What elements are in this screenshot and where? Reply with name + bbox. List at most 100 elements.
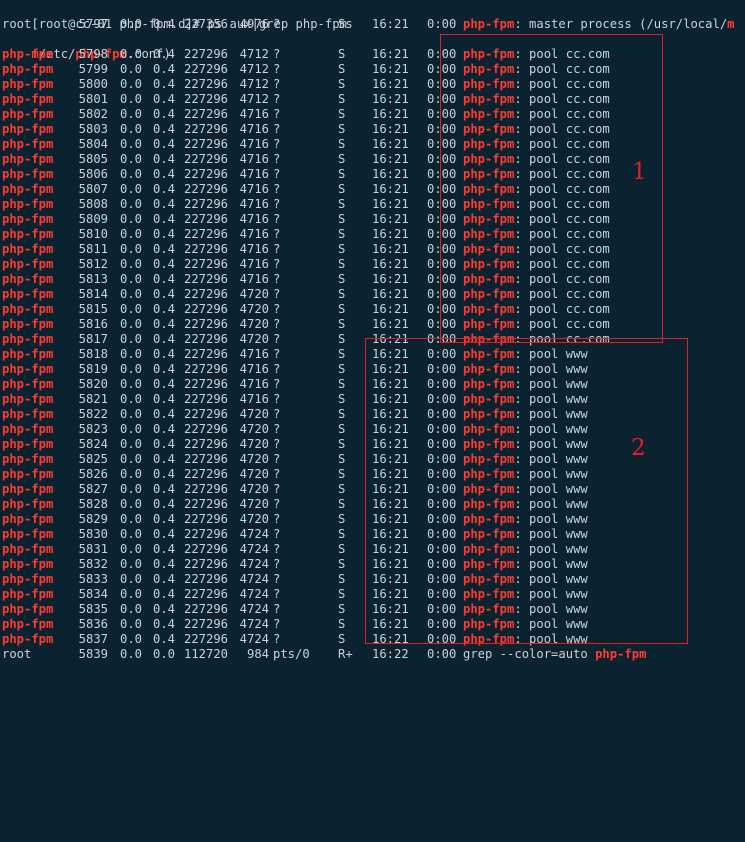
mem-cell: 0.4 xyxy=(153,332,176,346)
vsz-cell: 227296 xyxy=(184,122,229,136)
vsz-cell: 227296 xyxy=(184,587,229,601)
time-cell: 0:00 xyxy=(427,272,457,286)
stat-cell: S xyxy=(338,527,346,541)
pool-name: : pool cc.com xyxy=(514,302,610,316)
user-cell: php-fpm xyxy=(2,347,54,361)
cpu-cell: 0.0 xyxy=(120,332,143,346)
start-cell: 16:21 xyxy=(372,197,409,211)
mem-cell: 0.4 xyxy=(153,257,176,271)
pool-name: : pool www xyxy=(514,422,588,436)
stat-cell: S xyxy=(338,302,346,316)
command-wrap-start: m xyxy=(727,17,735,31)
start-cell: 16:21 xyxy=(372,392,409,406)
pool-name: : pool cc.com xyxy=(514,227,610,241)
stat-cell: S xyxy=(338,182,346,196)
command-cell: php-fpm: pool www xyxy=(463,362,588,377)
start-cell: 16:21 xyxy=(372,152,409,166)
cpu-cell: 0.0 xyxy=(120,557,143,571)
time-cell: 0:00 xyxy=(427,317,457,331)
command-cell: php-fpm: pool cc.com xyxy=(463,227,610,242)
command-cell: php-fpm: pool www xyxy=(463,602,588,617)
start-cell: 16:21 xyxy=(372,107,409,121)
command-cell: php-fpm: pool cc.com xyxy=(463,62,610,77)
rss-cell: 4724 xyxy=(239,587,269,601)
start-cell: 16:21 xyxy=(372,497,409,511)
command-highlight: php-fpm xyxy=(463,62,515,76)
user-cell: php-fpm xyxy=(2,452,54,466)
pool-name: : pool www xyxy=(514,482,588,496)
stat-cell: S xyxy=(338,77,346,91)
stat-cell: S xyxy=(338,617,346,631)
pid-cell: 5827 xyxy=(78,482,108,496)
tty-cell: ? xyxy=(273,362,281,376)
command-highlight: php-fpm xyxy=(463,257,515,271)
command-cell: php-fpm: pool cc.com xyxy=(463,107,610,122)
rss-cell: 4724 xyxy=(239,617,269,631)
user-cell: php-fpm xyxy=(2,362,54,376)
time-cell: 0:00 xyxy=(427,422,457,436)
pool-name: : pool www xyxy=(514,497,588,511)
rss-cell: 4716 xyxy=(239,167,269,181)
tty-cell: ? xyxy=(273,557,281,571)
time-cell: 0:00 xyxy=(427,257,457,271)
tty-cell: ? xyxy=(273,347,281,361)
pool-name: : pool cc.com xyxy=(514,137,610,151)
user-cell: php-fpm xyxy=(2,77,54,91)
command-highlight: php-fpm xyxy=(463,452,515,466)
command-cell: php-fpm: pool www xyxy=(463,497,588,512)
user-cell: root xyxy=(2,17,32,31)
pid-cell: 5817 xyxy=(78,332,108,346)
rss-cell: 4720 xyxy=(239,407,269,421)
user-cell: php-fpm xyxy=(2,542,54,556)
user-cell: php-fpm xyxy=(2,467,54,481)
mem-cell: 0.4 xyxy=(153,77,176,91)
start-cell: 16:21 xyxy=(372,482,409,496)
terminal-window[interactable]: [root@cc-01 php-fpm.d]# ps aux|grep php-… xyxy=(0,0,745,663)
cpu-cell: 0.0 xyxy=(120,467,143,481)
stat-cell: S xyxy=(338,47,346,61)
tty-cell: ? xyxy=(273,302,281,316)
pool-name: : pool www xyxy=(514,452,588,466)
vsz-cell: 227296 xyxy=(184,527,229,541)
pid-cell: 5804 xyxy=(78,137,108,151)
stat-cell: S xyxy=(338,557,346,571)
pool-name: : pool cc.com xyxy=(514,167,610,181)
tty-cell: ? xyxy=(273,602,281,616)
command-highlight: php-fpm xyxy=(463,302,515,316)
mem-cell: 0.4 xyxy=(153,302,176,316)
command-cell: php-fpm: pool www xyxy=(463,452,588,467)
tty-cell: ? xyxy=(273,122,281,136)
rss-cell: 4716 xyxy=(239,377,269,391)
user-cell: php-fpm xyxy=(2,557,54,571)
start-cell: 16:21 xyxy=(372,287,409,301)
vsz-cell: 227296 xyxy=(184,377,229,391)
cpu-cell: 0.0 xyxy=(120,542,143,556)
cpu-cell: 0.0 xyxy=(120,197,143,211)
rss-cell: 4724 xyxy=(239,632,269,646)
rss-cell: 4716 xyxy=(239,347,269,361)
rss-cell: 4720 xyxy=(239,332,269,346)
pid-cell: 5824 xyxy=(78,437,108,451)
rss-cell: 4720 xyxy=(239,287,269,301)
command-cell: php-fpm: pool www xyxy=(463,482,588,497)
pid-cell: 5834 xyxy=(78,587,108,601)
stat-cell: S xyxy=(338,512,346,526)
vsz-cell: 227296 xyxy=(184,632,229,646)
user-cell: php-fpm xyxy=(2,512,54,526)
cpu-cell: 0.0 xyxy=(120,527,143,541)
vsz-cell: 227296 xyxy=(184,107,229,121)
rss-cell: 4716 xyxy=(239,392,269,406)
vsz-cell: 227296 xyxy=(184,317,229,331)
pid-cell: 5812 xyxy=(78,257,108,271)
grep-command-match: php-fpm xyxy=(595,647,647,661)
command-highlight: php-fpm xyxy=(463,497,515,511)
stat-cell: S xyxy=(338,587,346,601)
user-cell: php-fpm xyxy=(2,437,54,451)
stat-cell: S xyxy=(338,107,346,121)
vsz-cell: 227296 xyxy=(184,602,229,616)
time-cell: 0:00 xyxy=(427,92,457,106)
annotation-label-1: 1 xyxy=(632,159,647,185)
pid-cell: 5816 xyxy=(78,317,108,331)
rss-cell: 4976 xyxy=(239,17,269,31)
rss-cell: 4712 xyxy=(239,62,269,76)
